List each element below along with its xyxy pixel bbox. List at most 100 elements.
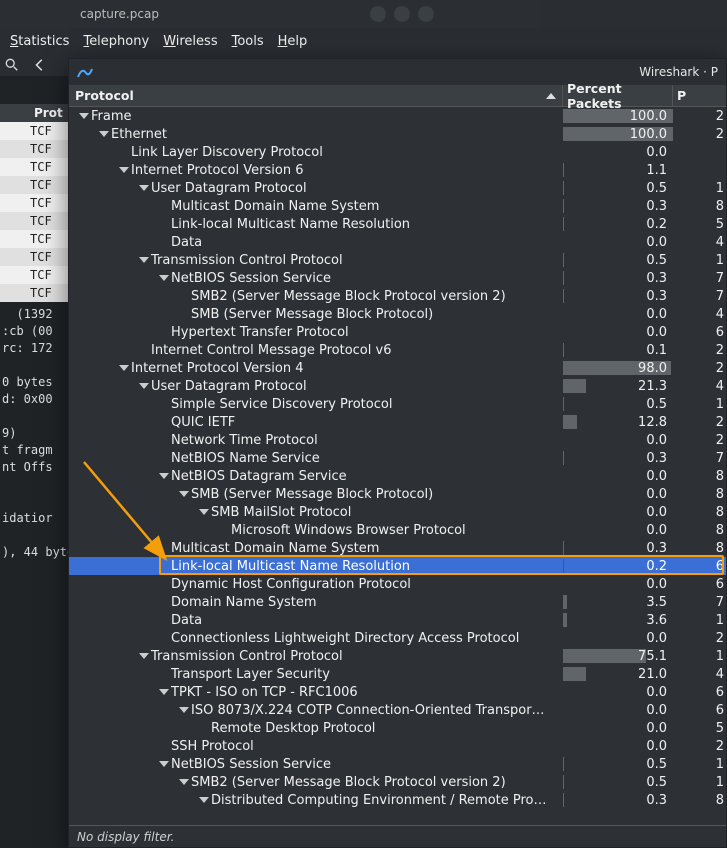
expand-icon[interactable] [159,687,169,697]
tree-row[interactable]: Link-local Multicast Name Resolution0.25 [69,215,726,233]
tree-row[interactable]: Internet Protocol Version 61.1 [69,161,726,179]
tree-row[interactable]: Internet Control Message Protocol v60.12 [69,341,726,359]
minimize-icon[interactable] [370,6,386,22]
expand-icon[interactable] [139,381,149,391]
tree-row[interactable]: Connectionless Lightweight Directory Acc… [69,629,726,647]
tree-row[interactable]: SMB2 (Server Message Block Protocol vers… [69,287,726,305]
ph-col-protocol-label: Protocol [75,88,134,103]
p-value: 6 [673,577,726,592]
tree-row[interactable]: NetBIOS Session Service0.51 [69,755,726,773]
tree-row[interactable]: Dynamic Host Configuration Protocol0.06 [69,575,726,593]
tree-row[interactable]: Hypertext Transfer Protocol0.06 [69,323,726,341]
tree-row[interactable]: Data3.61 [69,611,726,629]
percent-value: 3.6 [646,613,667,628]
tree-row[interactable]: Link Layer Discovery Protocol0.0 [69,143,726,161]
tree-row[interactable]: Internet Protocol Version 498.02 [69,359,726,377]
tree-row-label: Internet Protocol Version 6 [131,163,303,178]
tree-row[interactable]: SMB MailSlot Protocol0.08 [69,503,726,521]
menu-tools[interactable]: Tools [232,34,264,49]
tree-row[interactable]: TPKT - ISO on TCP - RFC10060.06 [69,683,726,701]
menu-telephony[interactable]: Telephony [83,34,149,49]
tree-row[interactable]: Remote Desktop Protocol0.05 [69,719,726,737]
tree-row[interactable]: Simple Service Discovery Protocol0.51 [69,395,726,413]
maximize-icon[interactable] [394,6,410,22]
p-value: 2 [673,343,726,358]
tree-row[interactable]: Distributed Computing Environment / Remo… [69,791,726,809]
tree-row[interactable]: NetBIOS Session Service0.37 [69,269,726,287]
tree-row-label: Ethernet [111,127,167,142]
tree-row-label: NetBIOS Session Service [171,757,331,772]
tree-row-label: Network Time Protocol [171,433,318,448]
menu-statistics[interactable]: Statistics [10,34,69,49]
tree-row[interactable]: SMB (Server Message Block Protocol)0.04 [69,305,726,323]
menu-wireless[interactable]: Wireless [163,34,217,49]
main-menubar[interactable]: Statistics Telephony Wireless Tools Help [0,28,540,54]
tree-row[interactable]: SSH Protocol0.02 [69,737,726,755]
tree-row[interactable]: Transmission Control Protocol75.11 [69,647,726,665]
expand-icon[interactable] [119,363,129,373]
p-value: 8 [673,487,726,502]
tree-row[interactable]: Link-local Multicast Name Resolution0.26 [69,557,726,575]
expand-icon[interactable] [139,255,149,265]
tree-row[interactable]: Domain Name System3.57 [69,593,726,611]
tree-row[interactable]: Transport Layer Security21.04 [69,665,726,683]
tree-row[interactable]: Multicast Domain Name System0.38 [69,197,726,215]
tree-row[interactable]: NetBIOS Datagram Service0.08 [69,467,726,485]
tree-row[interactable]: SMB2 (Server Message Block Protocol vers… [69,773,726,791]
expand-icon[interactable] [179,705,189,715]
tree-row[interactable]: Network Time Protocol0.02 [69,431,726,449]
expand-icon[interactable] [79,111,89,121]
window-controls[interactable] [370,6,434,22]
spacer-icon [159,399,169,409]
tree-row[interactable]: Multicast Domain Name System0.38 [69,539,726,557]
percent-value: 0.5 [646,181,667,196]
expand-icon[interactable] [99,129,109,139]
ph-col-percent[interactable]: Percent Packets [563,85,673,106]
tree-row[interactable]: Transmission Control Protocol0.51 [69,251,726,269]
close-icon[interactable] [418,6,434,22]
ph-tree[interactable]: Frame100.02Ethernet100.02Link Layer Disc… [69,107,726,825]
tree-row-label: Internet Protocol Version 4 [131,361,303,376]
p-value: 1 [673,757,726,772]
expand-icon[interactable] [139,651,149,661]
spacer-icon [159,327,169,337]
tree-row[interactable]: Data0.04 [69,233,726,251]
tree-row[interactable]: Microsoft Windows Browser Protocol0.08 [69,521,726,539]
ph-col-protocol[interactable]: Protocol [69,85,563,106]
expand-icon[interactable] [159,273,169,283]
ph-col-p[interactable]: P [673,88,726,103]
spacer-icon [159,579,169,589]
p-value: 2 [673,631,726,646]
expand-icon[interactable] [159,759,169,769]
search-icon[interactable] [4,57,20,73]
expand-icon[interactable] [139,183,149,193]
tree-row[interactable]: User Datagram Protocol0.51 [69,179,726,197]
p-value: 2 [673,361,726,376]
packet-list-col-protocol[interactable]: Prot [34,106,63,120]
percent-bar [563,415,577,429]
tree-row-label: Connectionless Lightweight Directory Acc… [171,631,519,646]
p-value: 1 [673,775,726,790]
expand-icon[interactable] [179,777,189,787]
p-value: 1 [673,181,726,196]
expand-icon[interactable] [119,165,129,175]
tree-row[interactable]: QUIC IETF12.82 [69,413,726,431]
tree-row[interactable]: User Datagram Protocol21.34 [69,377,726,395]
spacer-icon [159,597,169,607]
tree-row[interactable]: Frame100.02 [69,107,726,125]
expand-icon[interactable] [159,471,169,481]
percent-value: 0.5 [646,253,667,268]
tree-row[interactable]: Ethernet100.02 [69,125,726,143]
expand-icon[interactable] [199,507,209,517]
tree-row[interactable]: SMB (Server Message Block Protocol)0.08 [69,485,726,503]
tree-row[interactable]: NetBIOS Name Service0.37 [69,449,726,467]
percent-value: 0.0 [646,721,667,736]
back-icon[interactable] [32,57,48,73]
ph-column-headers[interactable]: Protocol Percent Packets P [69,85,726,107]
menu-help[interactable]: Help [278,34,308,49]
expand-icon[interactable] [199,795,209,805]
tree-row[interactable]: ISO 8073/X.224 COTP Connection-Oriented … [69,701,726,719]
tree-row-label: Frame [91,109,132,124]
expand-icon[interactable] [179,489,189,499]
p-value: 5 [673,721,726,736]
